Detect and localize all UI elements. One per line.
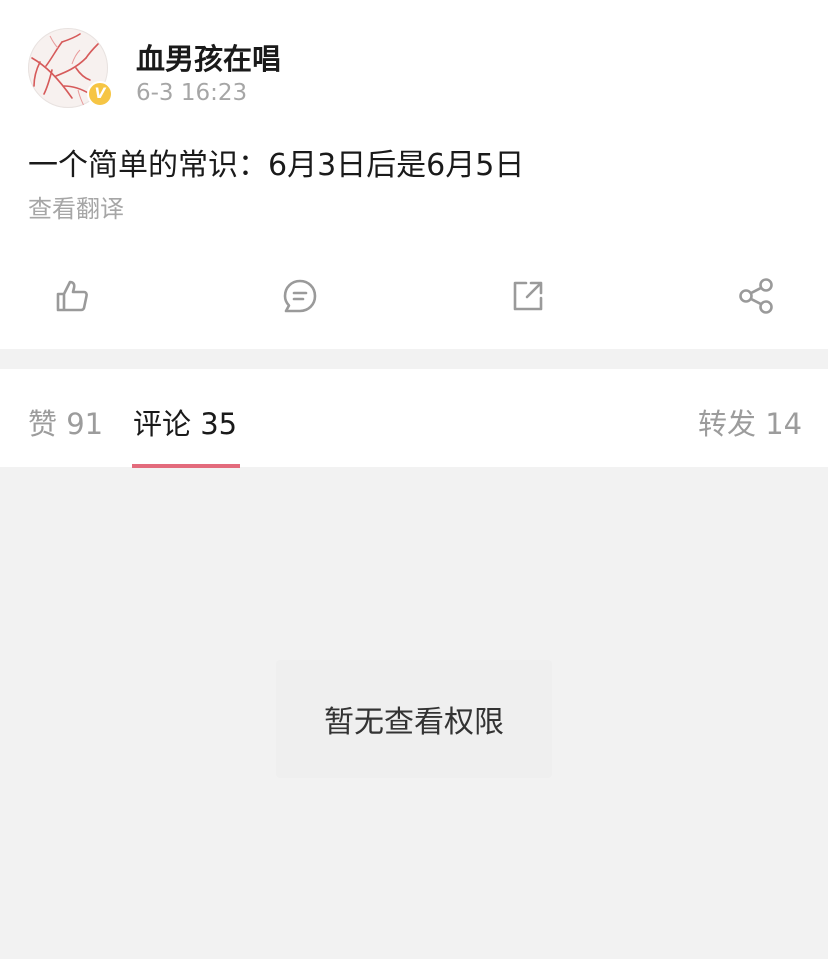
share-nodes-icon — [739, 278, 773, 314]
interaction-tabs: 赞 91 评论 35 转发 14 — [0, 369, 828, 468]
comment-bubble-icon — [283, 279, 317, 313]
external-link-icon — [513, 281, 543, 311]
author-name[interactable]: 血男孩在唱 — [136, 36, 281, 78]
tab-reposts[interactable]: 转发 14 — [698, 401, 802, 443]
post-timestamp: 6-3 16:23 — [136, 80, 248, 106]
tab-comments[interactable]: 评论 35 — [133, 401, 237, 443]
thumbs-up-icon — [56, 280, 88, 312]
share-button[interactable] — [736, 276, 776, 316]
comment-button[interactable] — [280, 276, 320, 316]
translate-link[interactable]: 查看翻译 — [28, 189, 124, 224]
no-permission-text: 暂无查看权限 — [324, 705, 504, 740]
active-tab-indicator — [132, 464, 240, 468]
repost-button[interactable] — [508, 276, 548, 316]
verified-badge: V — [87, 81, 113, 107]
no-permission-notice: 暂无查看权限 — [276, 660, 552, 778]
post-text: 一个简单的常识：6月3日后是6月5日 — [28, 148, 525, 183]
like-button[interactable] — [52, 276, 92, 316]
tab-likes[interactable]: 赞 91 — [28, 401, 103, 443]
section-divider — [0, 349, 828, 369]
post-card: V 血男孩在唱 6-3 16:23 一个简单的常识：6月3日后是6月5日 查看翻… — [0, 0, 828, 349]
